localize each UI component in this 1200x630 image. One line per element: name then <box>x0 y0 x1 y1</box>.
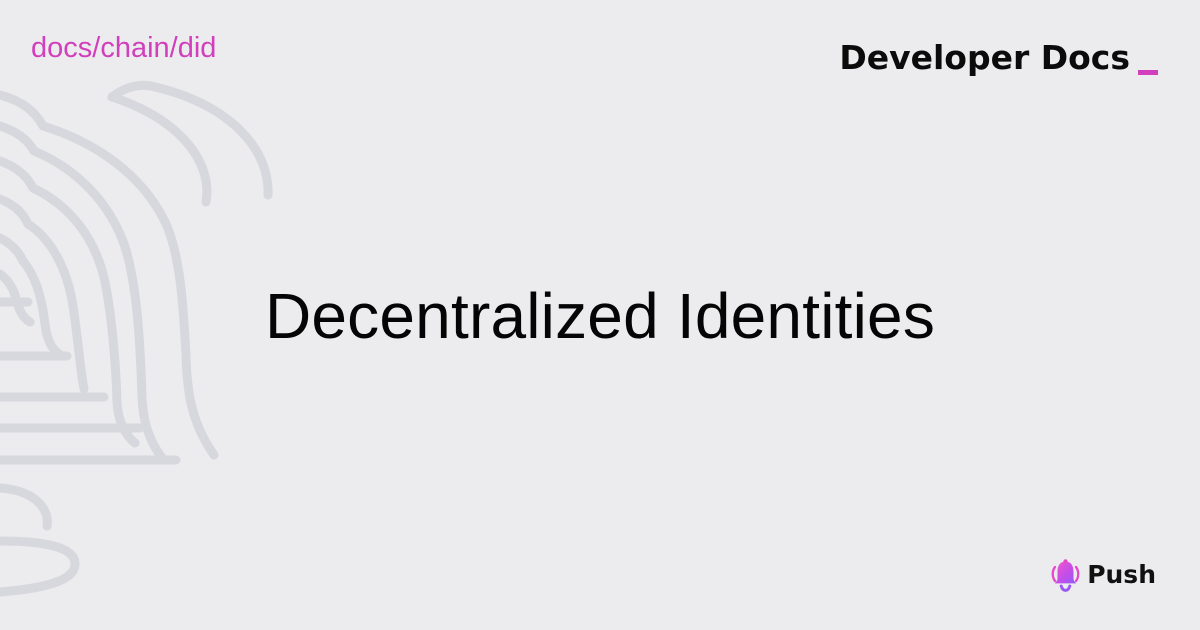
push-logo-text: Push <box>1087 560 1156 589</box>
developer-docs-title: Developer Docs <box>839 38 1158 78</box>
cursor-underscore-icon <box>1138 70 1158 75</box>
push-bell-icon <box>1051 559 1080 592</box>
push-logo: Push <box>1049 557 1156 593</box>
breadcrumb[interactable]: docs/chain/did <box>31 30 216 66</box>
brand-title-text: Developer Docs <box>839 38 1130 77</box>
page-title: Decentralized Identities <box>264 280 936 352</box>
